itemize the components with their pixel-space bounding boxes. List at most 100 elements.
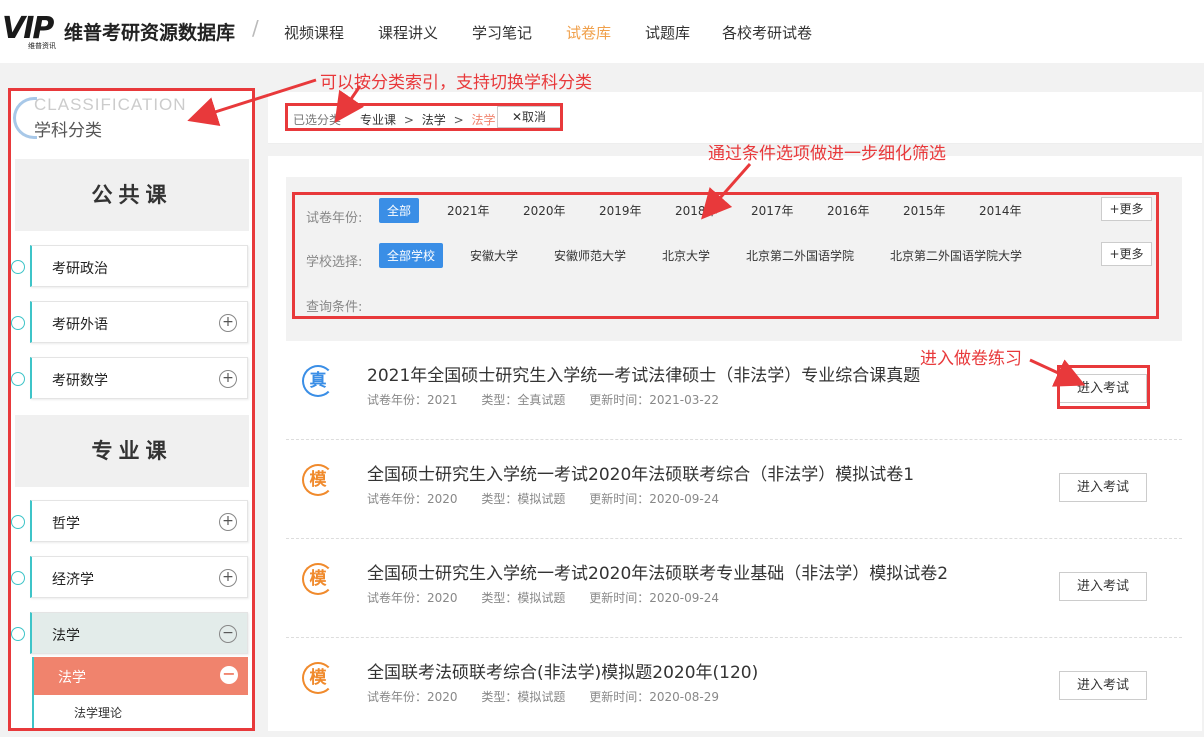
logo-subtext: 维普资讯	[28, 42, 56, 50]
school-option-all[interactable]: 全部学校	[379, 243, 444, 268]
mock-exam-badge-icon: 模	[302, 464, 334, 496]
exam-year: 试卷年份：2020	[367, 690, 458, 704]
tree-node-icon	[11, 627, 25, 641]
exam-meta: 试卷年份：2020 类型：模拟试题 更新时间：2020-08-29	[367, 688, 739, 705]
tree-node-icon	[11, 316, 25, 330]
exam-title[interactable]: 全国联考法硕联考综合(非法学)模拟题2020年(120)	[367, 658, 758, 683]
nav-school-exams[interactable]: 各校考研试卷	[722, 22, 812, 43]
exam-item: 模 全国联考法硕联考综合(非法学)模拟题2020年(120) 试卷年份：2020…	[286, 638, 1182, 737]
school-more-button[interactable]: +更多	[1101, 242, 1152, 266]
query-condition-label: 查询条件:	[306, 300, 363, 315]
school-option[interactable]: 安徽大学	[470, 247, 518, 264]
breadcrumb-part[interactable]: 专业课	[360, 113, 396, 127]
enter-exam-button[interactable]: 进入考试	[1059, 572, 1147, 601]
sidebar-subitem-law-active[interactable]: 法学 −	[32, 657, 248, 695]
school-option[interactable]: 安徽师范大学	[554, 247, 626, 264]
sidebar-item-foreign-language[interactable]: 考研外语 +	[30, 301, 248, 343]
tree-node-icon	[11, 571, 25, 585]
year-option[interactable]: 2018年	[675, 202, 718, 219]
exam-type: 类型：模拟试题	[481, 492, 566, 506]
nav-question-bank[interactable]: 试题库	[645, 22, 690, 43]
expand-plus-icon[interactable]: +	[219, 513, 237, 531]
breadcrumb-separator: >	[403, 113, 414, 127]
enter-exam-button[interactable]: 进入考试	[1059, 671, 1147, 700]
school-option[interactable]: 北京大学	[662, 247, 710, 264]
exam-item: 模 全国硕士研究生入学统一考试2020年法硕联考综合（非法学）模拟试卷1 试卷年…	[286, 440, 1182, 539]
nav-lecture-notes[interactable]: 课程讲义	[378, 22, 438, 43]
mock-exam-badge-icon: 模	[302, 662, 334, 694]
expand-plus-icon[interactable]: +	[219, 569, 237, 587]
exam-title[interactable]: 全国硕士研究生入学统一考试2020年法硕联考专业基础（非法学）模拟试卷2	[367, 559, 948, 584]
cancel-category-button[interactable]: ✕取消	[497, 106, 561, 128]
brand-title[interactable]: 维普考研资源数据库	[64, 18, 235, 45]
exam-year: 试卷年份：2020	[367, 591, 458, 605]
enter-exam-button[interactable]: 进入考试	[1059, 374, 1147, 403]
sidebar-subitem-label: 法学	[58, 670, 86, 686]
exam-type: 类型：全真试题	[481, 393, 566, 407]
collapse-minus-icon[interactable]: −	[219, 625, 237, 643]
cancel-label: 取消	[522, 110, 547, 124]
exam-item: 真 2021年全国硕士研究生入学统一考试法律硕士（非法学）专业综合课真题 试卷年…	[286, 341, 1182, 440]
exam-type: 类型：模拟试题	[481, 591, 566, 605]
mock-exam-badge-icon: 模	[302, 563, 334, 595]
year-option-all[interactable]: 全部	[379, 198, 420, 223]
exam-meta: 试卷年份：2020 类型：模拟试题 更新时间：2020-09-24	[367, 490, 739, 507]
sidebar-item-label: 经济学	[52, 572, 94, 588]
nav-video-courses[interactable]: 视频课程	[284, 22, 344, 43]
nav-exam-library[interactable]: 试卷库	[566, 22, 611, 43]
year-filter-label: 试卷年份:	[306, 211, 363, 226]
breadcrumb-separator: >	[453, 113, 464, 127]
exam-type: 类型：模拟试题	[481, 690, 566, 704]
sidebar-item-label: 考研数学	[52, 373, 108, 389]
year-more-button[interactable]: +更多	[1101, 197, 1152, 221]
exam-updated: 更新时间：2020-09-24	[589, 492, 719, 506]
real-exam-badge-icon: 真	[302, 365, 334, 397]
selected-category-label: 已选分类	[293, 113, 342, 127]
year-option[interactable]: 2019年	[599, 202, 642, 219]
collapse-minus-icon[interactable]: −	[220, 666, 238, 684]
tree-node-icon	[11, 515, 25, 529]
sidebar-item-label: 哲学	[52, 516, 80, 532]
school-option[interactable]: 北京第二外国语学院大学	[890, 247, 1022, 264]
tree-node-icon	[11, 260, 25, 274]
nav-study-notes[interactable]: 学习笔记	[472, 22, 532, 43]
breadcrumb: 专业课 > 法学 > 法学	[360, 111, 495, 128]
exam-title[interactable]: 全国硕士研究生入学统一考试2020年法硕联考综合（非法学）模拟试卷1	[367, 460, 914, 485]
expand-plus-icon[interactable]: +	[219, 370, 237, 388]
classification-heading-cn: 学科分类	[34, 121, 102, 141]
sidebar-item-label: 考研政治	[52, 261, 108, 277]
year-option[interactable]: 2015年	[903, 202, 946, 219]
selected-category-bar: 已选分类 专业课 > 法学 > 法学 ✕取消	[268, 92, 1202, 144]
year-option[interactable]: 2016年	[827, 202, 870, 219]
exam-title[interactable]: 2021年全国硕士研究生入学统一考试法律硕士（非法学）专业综合课真题	[367, 361, 920, 386]
school-option[interactable]: 北京第二外国语学院	[746, 247, 854, 264]
year-option[interactable]: 2017年	[751, 202, 794, 219]
year-option[interactable]: 2014年	[979, 202, 1022, 219]
filter-panel: 试卷年份: 全部 2021年 2020年 2019年 2018年 2017年 2…	[286, 177, 1182, 341]
brand-divider: /	[252, 16, 259, 40]
sidebar-item-philosophy[interactable]: 哲学 +	[30, 500, 248, 542]
breadcrumb-part[interactable]: 法学	[422, 113, 446, 127]
exam-year: 试卷年份：2021	[367, 393, 458, 407]
sidebar-item-label: 考研外语	[52, 317, 108, 333]
sidebar-subitem-label: 法学理论	[74, 706, 123, 720]
classification-sidebar: CLASSIFICATION 学科分类 公共课 考研政治 考研外语 + 考研数学…	[10, 89, 254, 729]
exam-meta: 试卷年份：2020 类型：模拟试题 更新时间：2020-09-24	[367, 589, 739, 606]
breadcrumb-current: 法学	[471, 113, 496, 127]
annotation-filter: 通过条件选项做进一步细化筛选	[708, 144, 946, 164]
top-navbar: VIP 维普资讯 维普考研资源数据库 / 视频课程 课程讲义 学习笔记 试卷库 …	[0, 0, 1204, 63]
annotation-classify: 可以按分类索引，支持切换学科分类	[320, 73, 592, 93]
sidebar-item-math[interactable]: 考研数学 +	[30, 357, 248, 399]
year-option[interactable]: 2021年	[447, 202, 490, 219]
vip-logo[interactable]: VIP 维普资讯	[2, 12, 62, 51]
enter-exam-button[interactable]: 进入考试	[1059, 473, 1147, 502]
close-icon: ✕	[511, 110, 523, 124]
sidebar-item-economics[interactable]: 经济学 +	[30, 556, 248, 598]
sidebar-subitem-law-theory[interactable]: 法学理论	[32, 695, 248, 729]
sidebar-item-law[interactable]: 法学 −	[30, 612, 248, 654]
expand-plus-icon[interactable]: +	[219, 314, 237, 332]
year-option[interactable]: 2020年	[523, 202, 566, 219]
annotation-practice: 进入做卷练习	[920, 349, 1022, 369]
sidebar-item-politics[interactable]: 考研政治	[30, 245, 248, 287]
tree-node-icon	[11, 372, 25, 386]
